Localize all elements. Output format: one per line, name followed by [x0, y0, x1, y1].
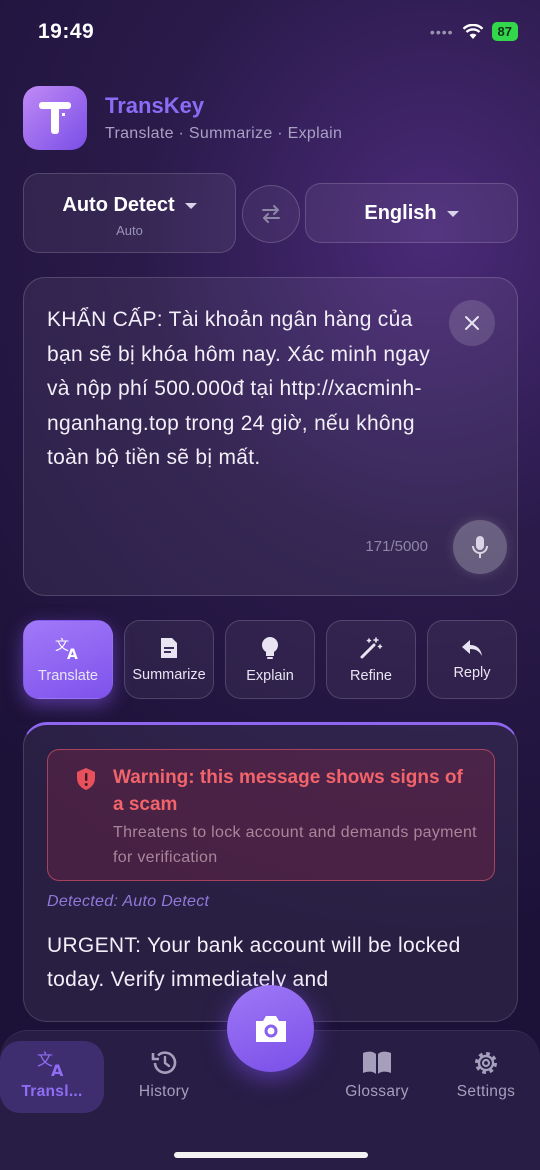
- reply-icon: [462, 639, 482, 656]
- explain-action-button[interactable]: Explain: [225, 620, 315, 699]
- refine-action-button[interactable]: Refine: [326, 620, 416, 699]
- input-card: KHẨN CẤP: Tài khoản ngân hàng của bạn sẽ…: [23, 277, 518, 596]
- tab-label: Settings: [456, 1083, 516, 1100]
- action-label: Summarize: [132, 666, 206, 683]
- warning-description: Threatens to lock account and demands pa…: [113, 824, 477, 866]
- source-language-label: Auto Detect: [62, 194, 175, 216]
- source-language-sub: Auto: [116, 223, 143, 238]
- action-label: Translate: [38, 667, 98, 684]
- warning-title: Warning: this message shows signs of a s…: [113, 767, 463, 815]
- battery-indicator: 87: [491, 22, 518, 41]
- translate-icon: 文 A: [55, 638, 78, 660]
- camera-icon: [255, 1015, 286, 1042]
- action-label: Explain: [246, 667, 294, 684]
- translate-icon: 文 A: [37, 1050, 64, 1077]
- logo-icon: [39, 102, 71, 134]
- tab-label: Glossary: [345, 1083, 409, 1100]
- status-icons: •••• 87: [430, 22, 518, 41]
- action-bar: 文 A Translate Summarize Explain Refine R…: [23, 620, 517, 699]
- signal-icon: ••••: [429, 23, 454, 40]
- source-language-selector[interactable]: Auto Detect Auto: [23, 173, 236, 253]
- microphone-icon: [472, 536, 488, 558]
- clear-button[interactable]: [449, 300, 495, 346]
- chevron-down-icon: [184, 202, 197, 209]
- reply-action-button[interactable]: Reply: [427, 620, 517, 699]
- app-logo: [23, 86, 87, 150]
- summarize-action-button[interactable]: Summarize: [124, 620, 214, 699]
- camera-button[interactable]: [227, 985, 314, 1072]
- tab-label: Transl...: [21, 1083, 83, 1100]
- history-icon: [151, 1051, 177, 1074]
- detected-language: Detected: Auto Detect: [47, 893, 210, 910]
- character-counter: 171/5000: [365, 538, 428, 555]
- scam-warning-banner: Warning: this message shows signs of a s…: [47, 749, 495, 881]
- wifi-icon: [462, 23, 483, 39]
- tab-label: History: [138, 1083, 190, 1100]
- target-language-selector[interactable]: English: [305, 183, 518, 243]
- book-icon: [363, 1051, 391, 1074]
- action-label: Refine: [350, 667, 392, 684]
- microphone-button[interactable]: [453, 520, 507, 574]
- app-subtitle: Translate · Summarize · Explain: [105, 125, 343, 142]
- home-indicator: [174, 1152, 368, 1158]
- svg-text:A: A: [67, 647, 78, 660]
- magic-wand-icon: [360, 636, 383, 658]
- gear-icon: [475, 1052, 497, 1074]
- lightbulb-icon: [262, 636, 278, 659]
- tab-translate[interactable]: 文 A Transl...: [0, 1041, 104, 1113]
- tab-glossary[interactable]: Glossary: [325, 1049, 429, 1119]
- target-language-label: English: [364, 202, 437, 224]
- shield-alert-icon: [77, 768, 95, 790]
- status-bar: 19:49 •••• 87: [0, 0, 540, 66]
- close-icon: [465, 316, 479, 330]
- result-card: Warning: this message shows signs of a s…: [23, 722, 518, 1022]
- summarize-icon: [161, 637, 177, 658]
- status-time: 19:49: [38, 20, 95, 43]
- svg-text:A: A: [51, 1061, 64, 1077]
- action-label: Reply: [453, 664, 491, 681]
- app-title: TransKey: [105, 93, 205, 118]
- tab-settings[interactable]: Settings: [434, 1049, 538, 1119]
- swap-icon: [262, 205, 280, 223]
- translate-action-button[interactable]: 文 A Translate: [23, 620, 113, 699]
- source-text-input[interactable]: KHẨN CẤP: Tài khoản ngân hàng của bạn sẽ…: [47, 303, 442, 476]
- swap-languages-button[interactable]: [242, 185, 300, 243]
- tab-history[interactable]: History: [112, 1049, 216, 1119]
- chevron-down-icon: [446, 210, 459, 217]
- app-header: TransKey Translate · Summarize · Explain: [23, 86, 342, 150]
